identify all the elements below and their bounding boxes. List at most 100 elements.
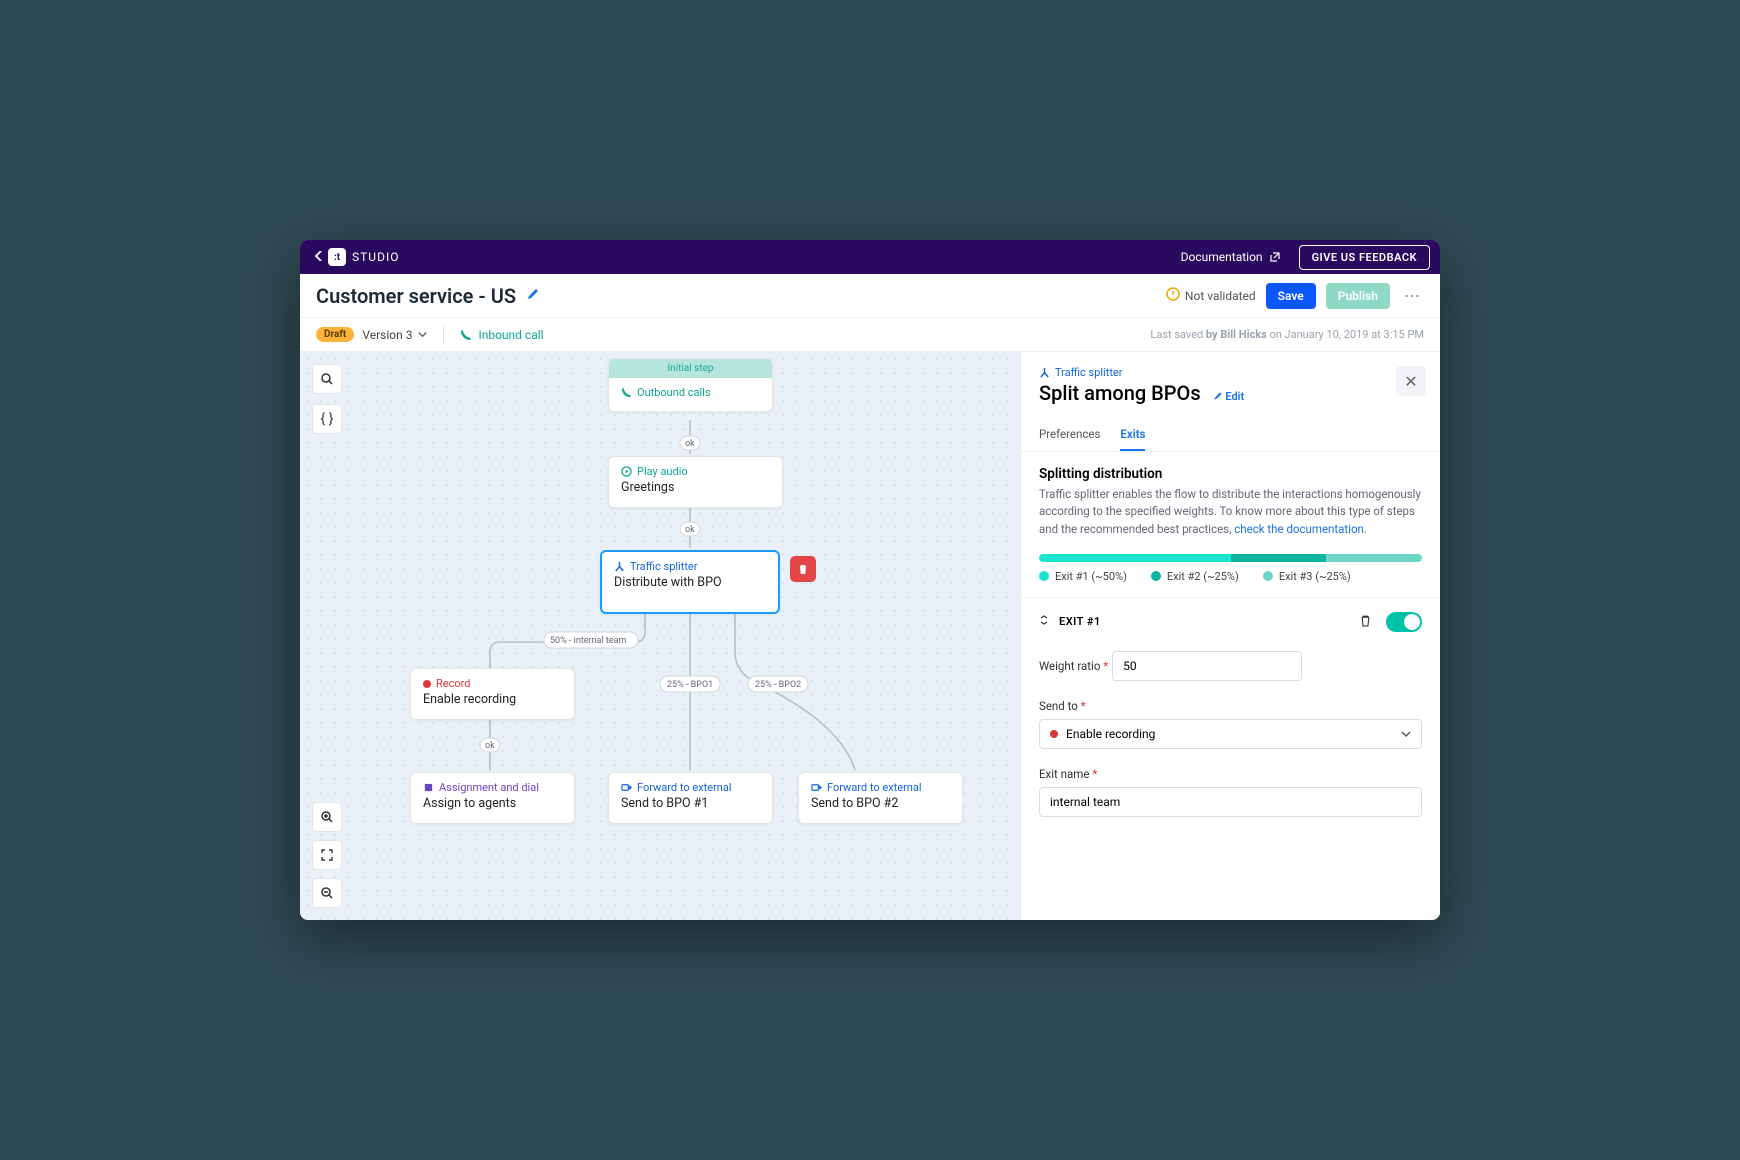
node-forward-bpo1[interactable]: Forward to external Send to BPO #1 xyxy=(608,772,773,824)
node-type: Record xyxy=(423,677,562,690)
exit-toggle[interactable] xyxy=(1386,612,1422,632)
delete-exit-button[interactable] xyxy=(1359,612,1372,631)
node-label: Assign to agents xyxy=(423,796,562,811)
field-label: Send to xyxy=(1039,699,1078,713)
flow-canvas[interactable]: { } ok ok 50% - internal team xyxy=(300,352,1020,920)
version-label: Version 3 xyxy=(362,328,412,342)
distribution-legend: Exit #1 (~50%) Exit #2 (~25%) Exit #3 (~… xyxy=(1021,570,1440,597)
node-type: Forward to external xyxy=(621,781,760,794)
workarea: { } ok ok 50% - internal team xyxy=(300,352,1440,920)
topbar: :t STUDIO Documentation GIVE US FEEDBACK xyxy=(300,240,1440,274)
tab-preferences[interactable]: Preferences xyxy=(1039,419,1100,451)
chevron-down-icon xyxy=(1401,729,1411,739)
svg-text:ok: ok xyxy=(685,525,695,535)
select-value: Enable recording xyxy=(1066,727,1155,741)
initial-step-caption: Initial step xyxy=(609,359,772,378)
side-panel: Traffic splitter Split among BPOs Edit ✕… xyxy=(1020,352,1440,920)
node-type: Play audio xyxy=(621,465,770,478)
record-icon xyxy=(423,680,431,688)
documentation-link[interactable]: Documentation xyxy=(1181,250,1281,264)
documentation-label: Documentation xyxy=(1181,250,1263,264)
record-icon xyxy=(1050,730,1058,738)
validation-status: Not validated xyxy=(1166,287,1256,304)
phone-icon xyxy=(621,387,632,398)
node-type: Outbound calls xyxy=(621,386,760,399)
split-icon xyxy=(614,561,625,572)
exit-name-input[interactable] xyxy=(1039,787,1422,817)
more-menu-button[interactable]: ⋯ xyxy=(1400,286,1424,305)
brand-logo: :t xyxy=(328,248,346,266)
edit-title-button[interactable] xyxy=(526,286,540,305)
legend-item: Exit #2 (~25%) xyxy=(1151,570,1239,583)
splitting-section: Splitting distribution Traffic splitter … xyxy=(1021,452,1440,538)
node-forward-bpo2[interactable]: Forward to external Send to BPO #2 xyxy=(798,772,963,824)
subbar: Draft Version 3 Inbound call Last saved … xyxy=(300,318,1440,352)
split-icon xyxy=(1039,367,1050,378)
section-title: Splitting distribution xyxy=(1039,466,1422,482)
tab-exits[interactable]: Exits xyxy=(1120,419,1145,451)
node-label: Send to BPO #1 xyxy=(621,796,760,811)
panel-title: Split among BPOs xyxy=(1039,381,1201,405)
svg-text:50% - internal team: 50% - internal team xyxy=(550,636,626,646)
svg-text:ok: ok xyxy=(485,741,495,751)
page-title: Customer service - US xyxy=(316,284,516,308)
exit-row: EXIT #1 Weight ratio * Send to * Enable … xyxy=(1021,597,1440,831)
agent-icon xyxy=(423,782,434,793)
collapse-icon[interactable] xyxy=(1039,615,1049,628)
external-link-icon xyxy=(1269,251,1281,263)
node-type: Assignment and dial xyxy=(423,781,562,794)
phone-icon xyxy=(460,329,472,341)
distribution-bar xyxy=(1039,554,1422,562)
node-label: Enable recording xyxy=(423,692,562,707)
chevron-down-icon xyxy=(418,330,427,339)
svg-text:25% - BPO1: 25% - BPO1 xyxy=(667,680,713,690)
field-label: Exit name xyxy=(1039,767,1089,781)
node-play-audio[interactable]: Play audio Greetings xyxy=(608,456,783,508)
brand-name: STUDIO xyxy=(352,250,399,264)
save-button[interactable]: Save xyxy=(1266,283,1316,309)
app-window: :t STUDIO Documentation GIVE US FEEDBACK… xyxy=(300,240,1440,920)
play-icon xyxy=(621,466,632,477)
warning-icon xyxy=(1166,287,1180,304)
send-to-select[interactable]: Enable recording xyxy=(1039,719,1422,749)
panel-crumb: Traffic splitter xyxy=(1039,366,1422,379)
node-outbound-calls[interactable]: Initial step Outbound calls xyxy=(608,358,773,412)
last-saved: Last saved by Bill Hicks on January 10, … xyxy=(1150,328,1424,341)
exit-name: EXIT #1 xyxy=(1059,615,1101,628)
back-button[interactable] xyxy=(310,250,328,264)
inbound-call-indicator: Inbound call xyxy=(460,328,543,342)
forward-icon xyxy=(621,782,632,793)
panel-edit-button[interactable]: Edit xyxy=(1213,390,1245,403)
validation-label: Not validated xyxy=(1185,289,1256,303)
legend-item: Exit #3 (~25%) xyxy=(1263,570,1351,583)
node-label: Send to BPO #2 xyxy=(811,796,950,811)
svg-text:ok: ok xyxy=(685,439,695,449)
send-to-field: Send to * Enable recording xyxy=(1039,695,1422,749)
inbound-label: Inbound call xyxy=(478,328,543,342)
version-selector[interactable]: Version 3 xyxy=(362,328,427,342)
node-type: Traffic splitter xyxy=(614,560,766,573)
feedback-button[interactable]: GIVE US FEEDBACK xyxy=(1299,245,1430,270)
forward-icon xyxy=(811,782,822,793)
panel-close-button[interactable]: ✕ xyxy=(1396,366,1426,396)
field-label: Weight ratio xyxy=(1039,659,1100,673)
node-traffic-splitter[interactable]: Traffic splitter Distribute with BPO xyxy=(600,550,780,614)
node-label: Distribute with BPO xyxy=(614,575,766,590)
node-type: Forward to external xyxy=(811,781,950,794)
section-description: Traffic splitter enables the flow to dis… xyxy=(1039,486,1422,538)
legend-item: Exit #1 (~50%) xyxy=(1039,570,1127,583)
weight-ratio-field: Weight ratio * xyxy=(1039,646,1422,681)
node-assign[interactable]: Assignment and dial Assign to agents xyxy=(410,772,575,824)
exit-name-field: Exit name * xyxy=(1039,763,1422,817)
trash-icon xyxy=(797,563,809,575)
panel-tabs: Preferences Exits xyxy=(1021,419,1440,452)
node-label: Greetings xyxy=(621,480,770,495)
titlebar: Customer service - US Not validated Save… xyxy=(300,274,1440,318)
node-record[interactable]: Record Enable recording xyxy=(410,668,575,720)
draft-badge: Draft xyxy=(316,327,354,342)
weight-ratio-input[interactable] xyxy=(1112,651,1302,681)
svg-text:25% - BPO2: 25% - BPO2 xyxy=(755,680,801,690)
publish-button[interactable]: Publish xyxy=(1326,283,1390,309)
delete-node-button[interactable] xyxy=(790,556,816,582)
documentation-link[interactable]: check the documentation xyxy=(1234,522,1364,536)
